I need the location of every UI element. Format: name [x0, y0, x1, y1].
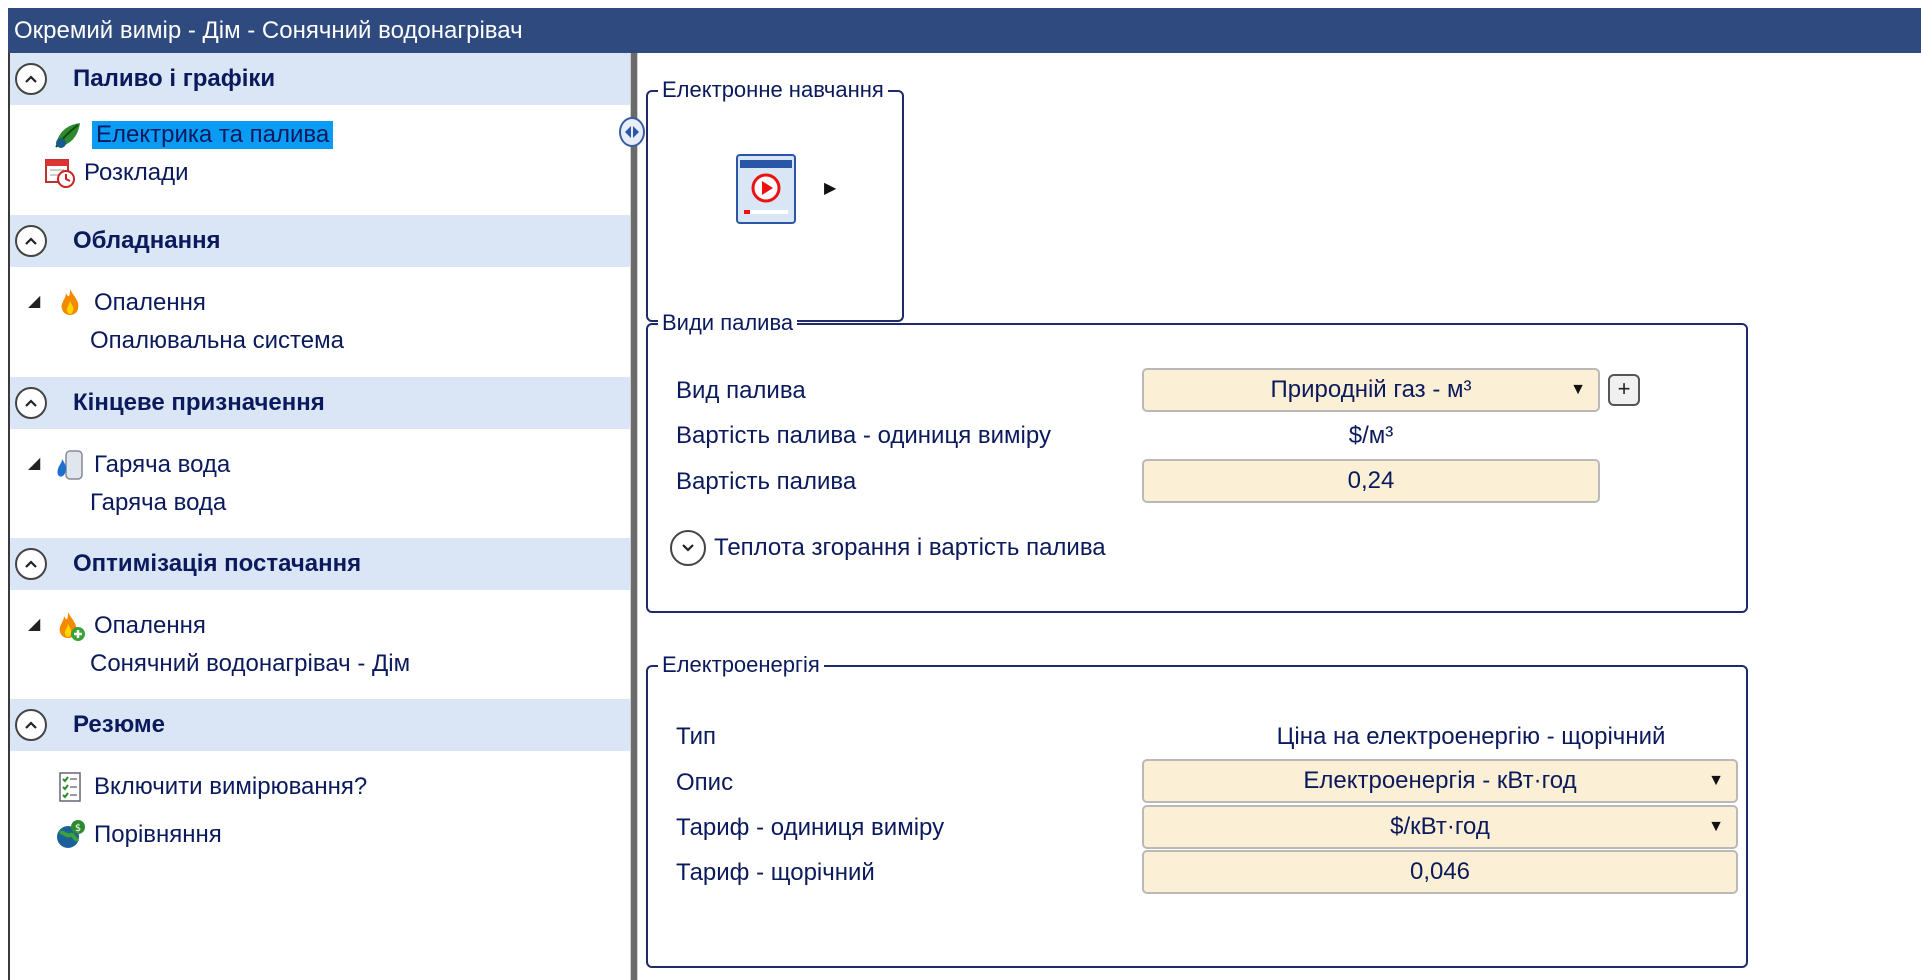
fuel-cost-input[interactable]: 0,24 [1142, 459, 1600, 503]
rate-unit-label: Тариф - одиниця виміру [676, 814, 945, 841]
sidebar-item-hot-water[interactable]: Гаряча вода [54, 445, 230, 485]
expanded-triangle-icon[interactable]: ◢ [28, 614, 40, 634]
sidebar-item-heating[interactable]: Опалення [54, 283, 206, 323]
fuel-types-group: Види палива Вид палива Природній газ - м… [646, 310, 1748, 613]
sidebar-item-label: Опалення [94, 612, 206, 639]
dropdown-arrow-icon: ▼ [1708, 818, 1724, 835]
svg-text:$: $ [75, 823, 81, 834]
electricity-legend: Електроенергія [658, 652, 824, 678]
sidebar-item-heating-optimization[interactable]: Опалення [54, 606, 206, 646]
expanded-triangle-icon[interactable]: ◢ [28, 291, 40, 311]
group-header-summary[interactable]: Резюме [10, 699, 630, 751]
group-header-equipment[interactable]: Обладнання [10, 215, 630, 267]
electricity-group: Електроенергія Тип Ціна на електроенергі… [646, 652, 1748, 968]
sidebar-item-hot-water-sub[interactable]: Гаряча вода [90, 483, 226, 523]
group-header-fuels[interactable]: Паливо і графіки [10, 53, 630, 105]
splitter-toggle-icon[interactable] [619, 117, 645, 147]
electricity-type-value: Ціна на електроенергію - щорічний [1276, 723, 1666, 750]
window-title: Окремий вимір - Дім - Сонячний водонагрі… [8, 8, 1921, 53]
sidebar-item-comparison[interactable]: $ Порівняння [54, 815, 222, 855]
checklist-icon [54, 771, 86, 803]
globe-dollar-icon: $ [54, 819, 86, 851]
splitter[interactable] [630, 53, 638, 980]
sidebar-item-include-measures[interactable]: Включити вимірювання? [54, 767, 367, 807]
collapse-icon[interactable] [15, 387, 47, 419]
sidebar-item-label: Гаряча вода [94, 451, 231, 478]
sidebar: Паливо і графіки Електрика та палива Роз… [10, 53, 630, 980]
annual-rate-value: 0,046 [1409, 858, 1471, 885]
fuel-cost-value: 0,24 [1347, 467, 1395, 494]
fuel-type-label: Вид палива [676, 377, 806, 404]
heat-value-expander[interactable]: Теплота згорання і вартість палива [670, 530, 1106, 566]
group-header-end-use[interactable]: Кінцеве призначення [10, 377, 630, 429]
fuel-types-legend: Види палива [658, 310, 798, 336]
fuel-cost-label: Вартість палива [676, 468, 857, 495]
group-title: Обладнання [73, 227, 221, 254]
collapse-icon[interactable] [15, 548, 47, 580]
sidebar-item-label: Порівняння [94, 821, 222, 848]
flame-icon [54, 287, 86, 319]
elearning-legend: Електронне навчання [658, 77, 888, 103]
expand-icon[interactable] [670, 530, 706, 566]
expanded-triangle-icon[interactable]: ◢ [28, 453, 40, 473]
rate-unit-dropdown[interactable]: $/кВт·год ▼ [1142, 805, 1738, 849]
sidebar-item-electricity-fuels[interactable]: Електрика та палива [52, 115, 334, 155]
play-arrow-icon[interactable]: ▶ [824, 178, 836, 198]
annual-rate-input[interactable]: 0,046 [1142, 850, 1738, 894]
sidebar-item-label: Гаряча вода [90, 489, 227, 516]
sidebar-item-label: Включити вимірювання? [94, 773, 368, 800]
fuel-cost-unit-value: $/м³ [1348, 422, 1394, 449]
sidebar-item-label: Опалення [94, 289, 206, 316]
water-heater-icon [54, 449, 86, 481]
collapse-icon[interactable] [15, 225, 47, 257]
calendar-clock-icon [44, 157, 76, 189]
video-tutorial-icon[interactable] [736, 154, 796, 224]
dropdown-arrow-icon: ▼ [1570, 381, 1586, 398]
add-fuel-button[interactable]: + [1608, 374, 1640, 406]
dropdown-arrow-icon: ▼ [1708, 772, 1724, 789]
rate-unit-value: $/кВт·год [1390, 813, 1490, 840]
group-title: Резюме [73, 711, 165, 738]
fuel-cost-unit-label: Вартість палива - одиниця виміру [676, 422, 1051, 449]
group-title: Кінцеве призначення [73, 389, 325, 416]
electricity-desc-label: Опис [676, 769, 734, 796]
main-content: Електронне навчання ▶ Види палива Вид па… [646, 53, 1921, 980]
fuel-type-dropdown[interactable]: Природній газ - м³ ▼ [1142, 368, 1600, 412]
group-header-supply-optimization[interactable]: Оптимізація постачання [10, 538, 630, 590]
sidebar-item-schedules[interactable]: Розклади [44, 153, 189, 193]
collapse-icon[interactable] [15, 709, 47, 741]
flame-add-icon [54, 610, 86, 642]
fuel-leaf-icon [52, 119, 84, 151]
electricity-desc-dropdown[interactable]: Електроенергія - кВт·год ▼ [1142, 759, 1738, 803]
heat-value-expander-label: Теплота згорання і вартість палива [714, 534, 1106, 561]
fuel-type-value: Природній газ - м³ [1270, 376, 1472, 403]
sidebar-item-label: Опалювальна система [90, 327, 344, 354]
electricity-type-label: Тип [676, 723, 717, 750]
sidebar-item-label: Розклади [84, 159, 189, 186]
group-title: Оптимізація постачання [73, 550, 362, 577]
sidebar-item-label: Електрика та палива [92, 121, 334, 149]
collapse-icon[interactable] [15, 63, 47, 95]
elearning-group: Електронне навчання ▶ [646, 77, 904, 322]
sidebar-item-solar-heater-home[interactable]: Сонячний водонагрівач - Дім [90, 644, 410, 684]
sidebar-item-heating-system[interactable]: Опалювальна система [90, 321, 344, 361]
sidebar-item-label: Сонячний водонагрівач - Дім [90, 650, 411, 677]
annual-rate-label: Тариф - щорічний [676, 859, 875, 886]
group-title: Паливо і графіки [73, 65, 276, 92]
electricity-desc-value: Електроенергія - кВт·год [1303, 767, 1577, 794]
